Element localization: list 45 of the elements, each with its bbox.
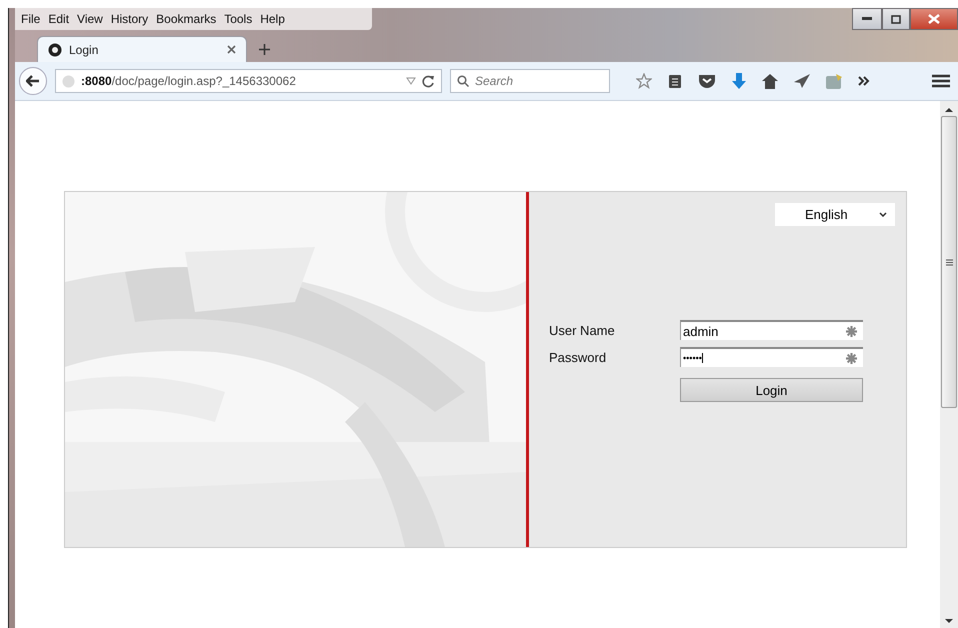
new-tab-icon[interactable] <box>259 44 270 55</box>
grip-icon <box>946 258 952 266</box>
chevron-icon <box>879 212 887 217</box>
minimize-icon <box>862 17 872 21</box>
pocket-icon[interactable] <box>698 74 716 88</box>
globe-icon <box>62 74 75 88</box>
back-arrow-icon <box>26 75 40 87</box>
field-label: User Name <box>549 322 616 338</box>
back-button[interactable] <box>19 67 47 95</box>
close-icon[interactable] <box>227 45 236 54</box>
menu-item[interactable]: File <box>17 12 44 26</box>
field-label: Password <box>549 350 608 364</box>
menu-item[interactable]: History <box>106 12 152 26</box>
browser-tab[interactable]: Login <box>37 36 247 62</box>
login-button[interactable]: Login <box>680 378 863 402</box>
required-icon <box>846 352 857 364</box>
language-select[interactable]: English <box>775 203 895 226</box>
home-icon[interactable] <box>762 74 778 88</box>
required-icon <box>846 326 857 336</box>
menu-item[interactable]: Help <box>256 12 289 26</box>
password-field[interactable]: •••••• <box>680 347 863 367</box>
close-icon <box>928 14 940 24</box>
dropdown-icon[interactable] <box>406 77 416 85</box>
scroll-up-icon[interactable] <box>945 107 953 112</box>
reload-icon[interactable] <box>422 74 435 88</box>
minimize-button[interactable] <box>852 8 882 30</box>
menu-item[interactable]: View <box>73 12 107 26</box>
star-icon[interactable] <box>636 73 652 89</box>
overflow-icon[interactable] <box>858 76 870 86</box>
close-button[interactable] <box>910 8 958 30</box>
address-bar[interactable]: :8080/doc/page/login.asp?_1456330062 <box>55 69 442 93</box>
camera-icon <box>48 42 62 56</box>
maximize-icon <box>891 14 901 24</box>
menu-item[interactable]: Bookmarks <box>152 12 220 26</box>
menu-item[interactable]: Tools <box>220 12 256 26</box>
download-icon[interactable] <box>732 73 746 89</box>
menu-icon[interactable] <box>932 74 950 88</box>
search-field[interactable]: Search <box>450 69 610 93</box>
maximize-button[interactable] <box>882 8 910 30</box>
clipboard-icon[interactable] <box>668 73 682 89</box>
menu-item[interactable]: Edit <box>44 12 74 26</box>
username-field[interactable]: admin <box>680 320 863 340</box>
scrollbar[interactable] <box>940 101 958 628</box>
scroll-down-icon[interactable] <box>945 619 953 624</box>
paper-plane-icon[interactable] <box>794 74 810 88</box>
